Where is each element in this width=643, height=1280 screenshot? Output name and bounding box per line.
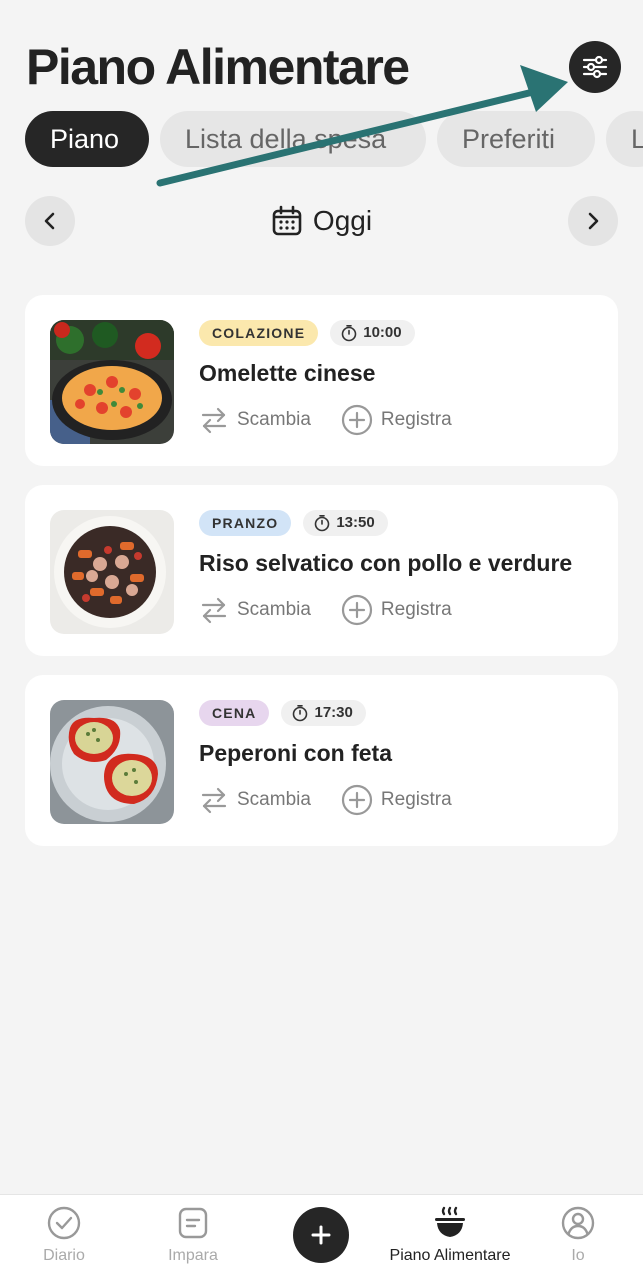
wild-rice-photo [50, 510, 174, 634]
meal-name: Peperoni con feta [199, 740, 392, 766]
meal-type-badge: CENA [199, 700, 270, 726]
header: Piano Alimentare [26, 36, 623, 98]
swap-arrows-icon [201, 787, 227, 814]
nav-label: Diario [43, 1247, 85, 1264]
log-label: Registra [380, 789, 452, 810]
meal-time-label: 10:00 [363, 324, 402, 341]
nav-impara[interactable]: Impara [128, 1205, 258, 1265]
plus-circle-icon [341, 784, 373, 816]
check-circle-icon [47, 1206, 81, 1240]
meal-time-label: 17:30 [314, 704, 353, 721]
log-label: Registra [380, 599, 452, 620]
date-selector[interactable]: Oggi [25, 196, 618, 246]
date-label: Oggi [312, 205, 373, 236]
add-button[interactable] [293, 1207, 349, 1263]
log-button[interactable]: Registra [341, 403, 452, 437]
document-icon [178, 1207, 208, 1239]
meal-card-cena[interactable]: CENA 17:30 Peperoni con feta Scambia Reg… [25, 675, 618, 846]
swap-label: Scambia [237, 409, 311, 430]
sliders-icon [582, 55, 608, 79]
meal-name: Riso selvatico con pollo e verdure [199, 550, 573, 576]
tab-preferiti[interactable]: Preferiti [437, 111, 595, 167]
plus-circle-icon [341, 594, 373, 626]
calendar-icon [272, 205, 302, 236]
meal-type-badge: COLAZIONE [199, 320, 319, 346]
meal-time: 17:30 [281, 700, 366, 726]
swap-button[interactable]: Scambia [199, 783, 311, 817]
plus-circle-icon [341, 404, 373, 436]
swap-arrows-icon [201, 407, 227, 434]
nav-piano-alimentare[interactable]: Piano Alimentare [370, 1205, 530, 1265]
omelette-photo [50, 320, 174, 444]
swap-label: Scambia [237, 599, 311, 620]
user-circle-icon [561, 1206, 595, 1240]
tab-piano[interactable]: Piano [25, 111, 149, 167]
next-day-button[interactable] [568, 196, 618, 246]
tab-bar: Piano Lista della spesa Preferiti L [25, 111, 643, 169]
bottom-nav: Diario Impara Piano Alimentare Io [0, 1194, 643, 1280]
tab-overflow[interactable]: L [606, 111, 643, 167]
nav-label: Piano Alimentare [389, 1247, 511, 1264]
nav-label: Io [571, 1247, 585, 1264]
tab-lista-della-spesa[interactable]: Lista della spesa [160, 111, 426, 167]
meal-type-badge: PRANZO [199, 510, 292, 536]
date-navigator: Oggi [25, 196, 618, 246]
nav-label: Impara [168, 1247, 218, 1264]
log-button[interactable]: Registra [341, 593, 452, 627]
stopwatch-icon [293, 704, 308, 722]
meal-card-pranzo[interactable]: PRANZO 13:50 Riso selvatico con pollo e … [25, 485, 618, 656]
swap-label: Scambia [237, 789, 311, 810]
stopwatch-icon [341, 324, 357, 342]
swap-arrows-icon [201, 597, 227, 624]
meal-time: 10:00 [330, 320, 415, 346]
settings-button[interactable] [569, 41, 621, 93]
stuffed-peppers-photo [50, 700, 174, 824]
plus-icon [311, 1225, 331, 1245]
meal-name: Omelette cinese [199, 360, 376, 386]
nav-diario[interactable]: Diario [0, 1205, 129, 1265]
log-button[interactable]: Registra [341, 783, 452, 817]
swap-button[interactable]: Scambia [199, 403, 311, 437]
bowl-icon [435, 1206, 465, 1237]
meal-time: 13:50 [303, 510, 388, 536]
swap-button[interactable]: Scambia [199, 593, 311, 627]
nav-io[interactable]: Io [513, 1205, 643, 1265]
meal-time-label: 13:50 [336, 514, 375, 531]
stopwatch-icon [315, 514, 330, 532]
meal-card-colazione[interactable]: COLAZIONE 10:00 Omelette cinese Scambia … [25, 295, 618, 466]
page-title: Piano Alimentare [26, 39, 410, 95]
chevron-right-icon [588, 212, 599, 230]
log-label: Registra [380, 409, 452, 430]
